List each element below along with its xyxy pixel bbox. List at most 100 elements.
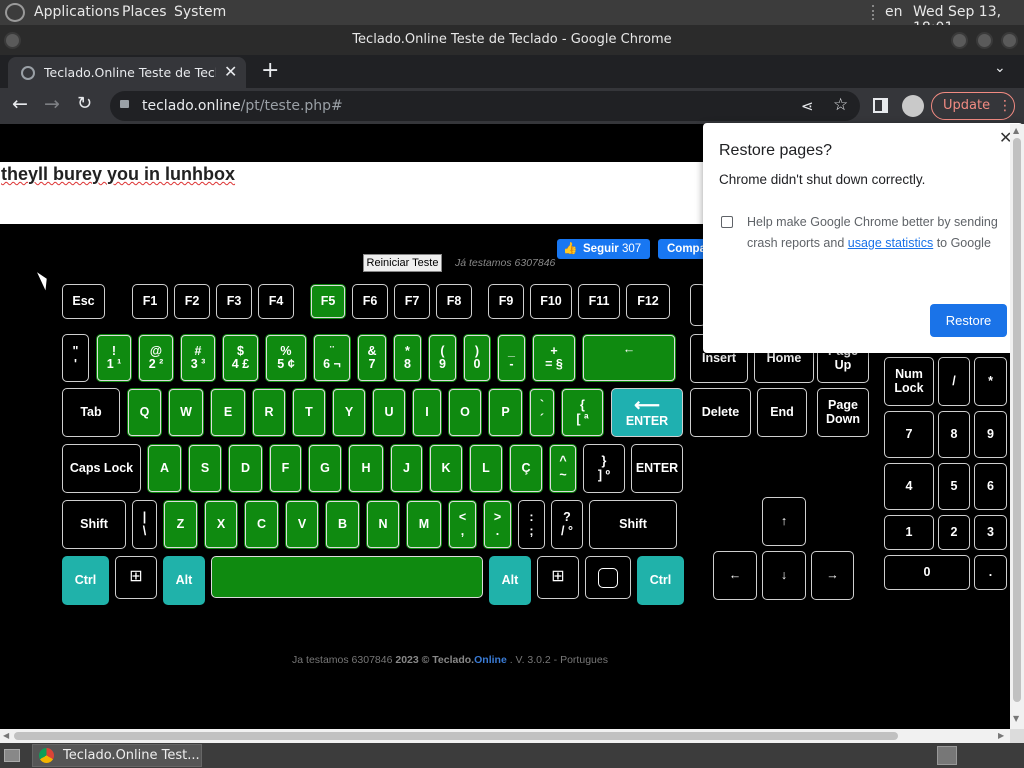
key-tab[interactable]: Tab — [62, 388, 120, 437]
key-a[interactable]: A — [147, 444, 182, 493]
bookmark-star-icon[interactable]: ☆ — [833, 90, 848, 120]
key-esc[interactable]: Esc — [62, 284, 105, 319]
keyboard-layout-indicator[interactable]: en — [885, 4, 903, 20]
h-scrollbar-thumb[interactable] — [14, 732, 898, 740]
update-button[interactable]: Update ⋮ — [931, 92, 1015, 120]
key-num-6[interactable]: 6 — [974, 463, 1007, 510]
key-r[interactable]: R — [252, 388, 286, 437]
vertical-scrollbar[interactable]: ▲ ▼ — [1010, 124, 1024, 730]
tab-close-icon[interactable]: ✕ — [224, 62, 237, 81]
key-b[interactable]: B — [325, 500, 360, 549]
key-f1[interactable]: F1 — [132, 284, 168, 319]
crash-report-checkbox[interactable] — [721, 216, 733, 228]
key-num-8[interactable]: 8 — [938, 411, 970, 458]
key-f[interactable]: F — [269, 444, 302, 493]
key-f12[interactable]: F12 — [626, 284, 670, 319]
key-4[interactable]: $4 £ — [222, 334, 259, 382]
tab-search-icon[interactable]: ⌄ — [994, 60, 1006, 76]
key-acute[interactable]: ` ´ — [529, 388, 555, 437]
key-c[interactable]: C — [244, 500, 279, 549]
key-g[interactable]: G — [308, 444, 342, 493]
forward-icon[interactable]: → — [44, 93, 60, 115]
key-j[interactable]: J — [390, 444, 423, 493]
key-num-1[interactable]: 1 — [884, 515, 934, 550]
key-num-9[interactable]: 9 — [974, 411, 1007, 458]
key-arrow-up[interactable]: ↑ — [762, 497, 806, 546]
key-o[interactable]: O — [448, 388, 482, 437]
workspace-switcher-icon[interactable] — [937, 746, 957, 765]
key-menu[interactable] — [585, 556, 631, 599]
key-alt-right[interactable]: Alt — [489, 556, 531, 605]
key-f4[interactable]: F4 — [258, 284, 294, 319]
key-num-3[interactable]: 3 — [974, 515, 1007, 550]
key-ctrl-right[interactable]: Ctrl — [637, 556, 684, 605]
key-num-slash[interactable]: / — [938, 357, 970, 406]
key-comma[interactable]: <, — [448, 500, 477, 549]
scroll-up-icon[interactable]: ▲ — [1013, 126, 1019, 135]
key-quote[interactable]: " ' — [62, 334, 89, 382]
key-7[interactable]: & 7 — [357, 334, 387, 382]
address-bar[interactable]: teclado.online/pt/teste.php# ⋖ ☆ — [110, 91, 860, 121]
places-menu[interactable]: Places — [122, 4, 167, 20]
back-icon[interactable]: ← — [12, 93, 28, 115]
system-menu[interactable]: System — [174, 4, 226, 20]
window-menu-icon[interactable] — [4, 32, 21, 49]
key-l[interactable]: L — [469, 444, 503, 493]
reload-icon[interactable]: ↻ — [77, 93, 92, 114]
key-bracket-close[interactable]: }] º — [583, 444, 625, 493]
key-z[interactable]: Z — [163, 500, 198, 549]
key-m[interactable]: M — [406, 500, 442, 549]
key-w[interactable]: W — [168, 388, 204, 437]
key-ctrl-left[interactable]: Ctrl — [62, 556, 109, 605]
key-f9[interactable]: F9 — [488, 284, 524, 319]
key-num-0[interactable]: 0 — [884, 555, 970, 590]
key-q[interactable]: Q — [127, 388, 162, 437]
share-icon[interactable]: ⋖ — [801, 91, 814, 121]
scroll-down-icon[interactable]: ▼ — [1013, 714, 1019, 723]
key-enter-lower[interactable]: ENTER — [631, 444, 683, 493]
restart-test-button[interactable]: Reiniciar Teste — [363, 254, 442, 272]
key-super-left[interactable]: ⊞ — [115, 556, 157, 599]
key-bracket-open[interactable]: {[ ª — [561, 388, 604, 437]
key-p[interactable]: P — [488, 388, 523, 437]
key-6[interactable]: ¨ 6 ¬ — [313, 334, 351, 382]
key-shift-right[interactable]: Shift — [589, 500, 677, 549]
key-arrow-right[interactable]: → — [811, 551, 854, 600]
close-window-icon[interactable] — [1001, 32, 1018, 49]
key-f5[interactable]: F5 — [310, 284, 346, 319]
key-equals[interactable]: + = § — [532, 334, 576, 382]
facebook-follow-button[interactable]: 👍 Seguir 307 — [557, 239, 650, 259]
key-d[interactable]: D — [228, 444, 263, 493]
key-h[interactable]: H — [348, 444, 384, 493]
scrollbar-thumb[interactable] — [1013, 138, 1021, 702]
side-panel-icon[interactable] — [873, 98, 888, 113]
key-y[interactable]: Y — [332, 388, 366, 437]
maximize-icon[interactable] — [976, 32, 993, 49]
key-u[interactable]: U — [372, 388, 406, 437]
key-c-cedilla[interactable]: Ç — [509, 444, 543, 493]
key-semicolon[interactable]: :; — [518, 500, 545, 549]
key-f11[interactable]: F11 — [578, 284, 620, 319]
key-x[interactable]: X — [204, 500, 238, 549]
scroll-right-icon[interactable]: ▶ — [998, 731, 1004, 740]
window-titlebar[interactable]: Teclado.Online Teste de Teclado - Google… — [0, 25, 1024, 55]
usage-statistics-link[interactable]: usage statistics — [848, 236, 933, 250]
footer-brand[interactable]: Online — [474, 654, 507, 666]
key-f10[interactable]: F10 — [530, 284, 572, 319]
key-f6[interactable]: F6 — [352, 284, 388, 319]
key-enter[interactable]: ⟵ ENTER — [611, 388, 683, 437]
key-num-dot[interactable]: . — [974, 555, 1007, 590]
minimize-icon[interactable] — [951, 32, 968, 49]
gnome-foot-icon[interactable] — [5, 3, 25, 22]
key-8[interactable]: * 8 — [393, 334, 422, 382]
key-i[interactable]: I — [412, 388, 442, 437]
share-button[interactable]: Compa — [658, 239, 708, 259]
taskbar-item-chrome[interactable]: Teclado.Online Test... — [32, 744, 202, 767]
key-2[interactable]: @2 ² — [138, 334, 174, 382]
key-t[interactable]: T — [292, 388, 326, 437]
key-alt-left[interactable]: Alt — [163, 556, 205, 605]
key-space[interactable] — [211, 556, 483, 598]
key-minus[interactable]: _ - — [497, 334, 526, 382]
key-shift-left[interactable]: Shift — [62, 500, 126, 549]
horizontal-scrollbar[interactable]: ◀ ▶ — [0, 729, 1010, 743]
